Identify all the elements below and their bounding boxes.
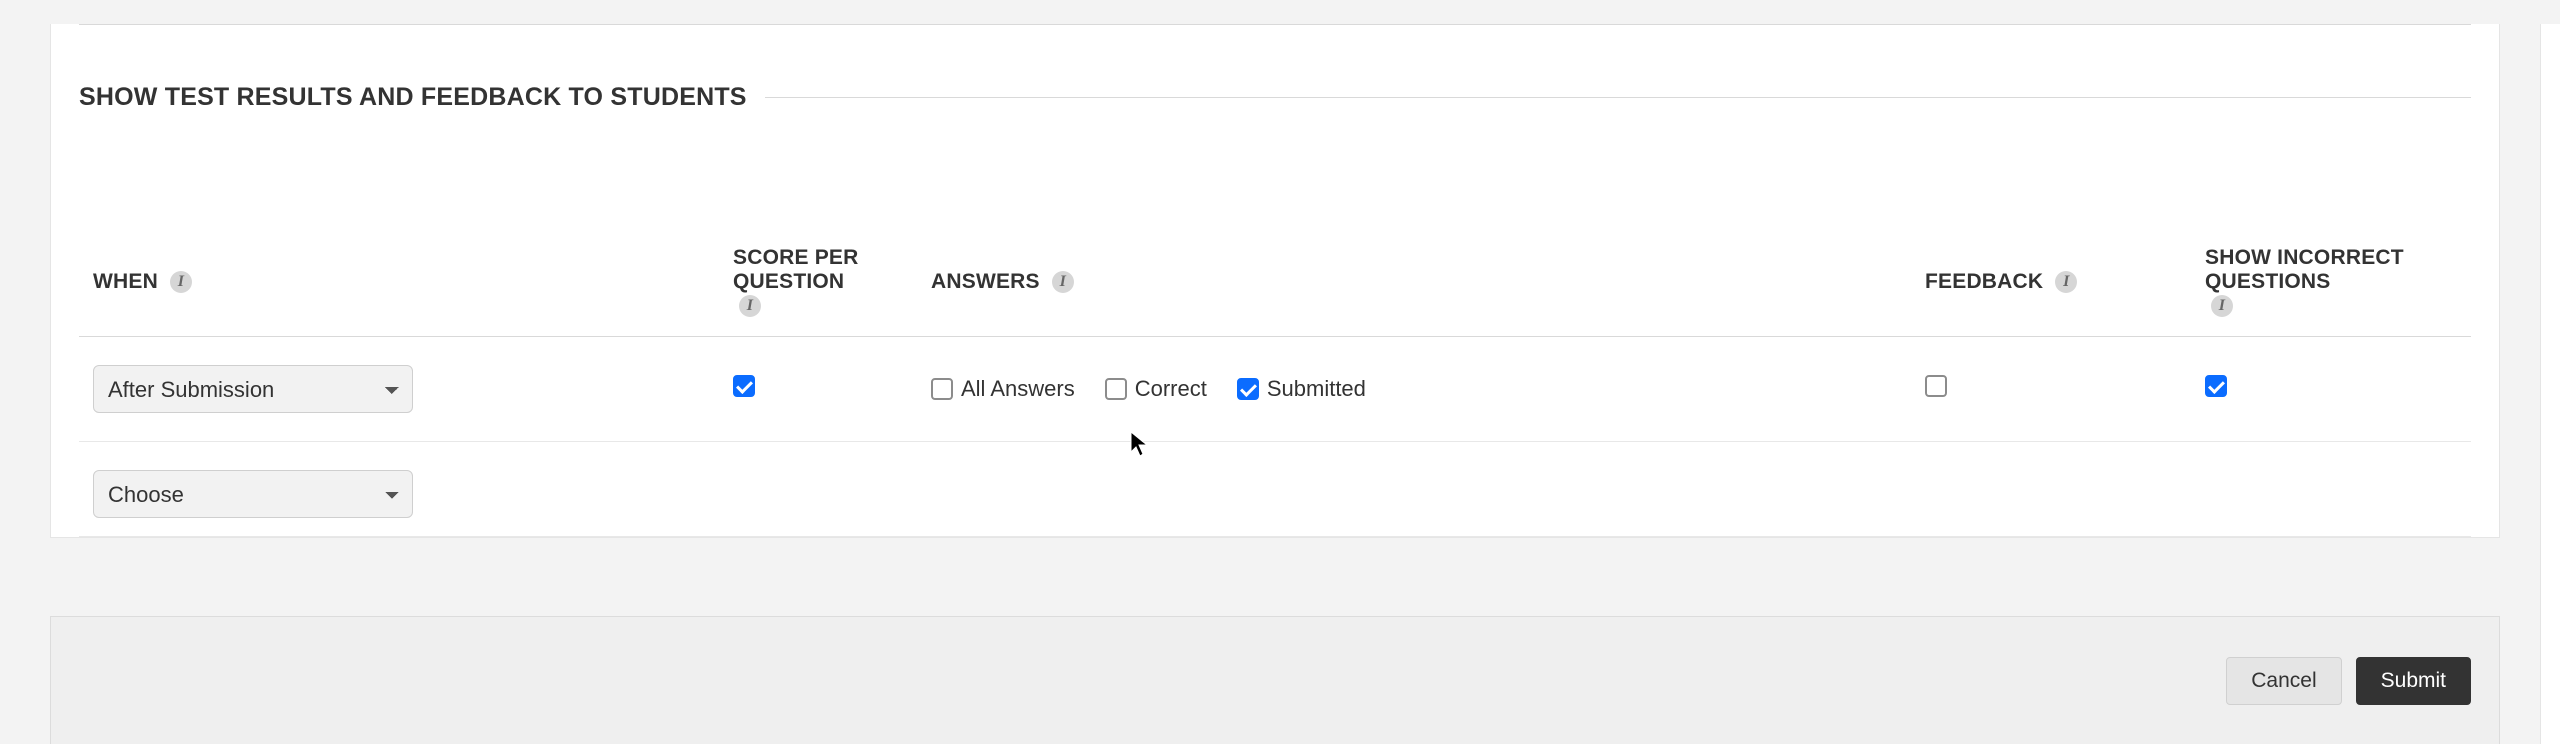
previous-section-divider bbox=[79, 24, 2471, 25]
header-feedback: FEEDBACK i bbox=[1911, 232, 2191, 337]
header-incorrect-label: SHOW INCORRECT QUESTIONS bbox=[2205, 246, 2457, 294]
header-incorrect: SHOW INCORRECT QUESTIONS i bbox=[2191, 232, 2471, 337]
panel-content: SHOW TEST RESULTS AND FEEDBACK TO STUDEN… bbox=[51, 24, 2499, 537]
info-icon[interactable]: i bbox=[2055, 271, 2077, 293]
submitted-checkbox[interactable] bbox=[1237, 378, 1259, 400]
submit-button[interactable]: Submit bbox=[2356, 657, 2471, 705]
header-answers-label: ANSWERS bbox=[931, 270, 1040, 293]
right-rail bbox=[2540, 24, 2560, 744]
table-row: After Submission All Answers bbox=[79, 337, 2471, 442]
correct-checkbox[interactable] bbox=[1105, 378, 1127, 400]
all-answers-label: All Answers bbox=[961, 376, 1075, 402]
show-incorrect-checkbox[interactable] bbox=[2205, 375, 2227, 397]
header-feedback-label: FEEDBACK bbox=[1925, 270, 2043, 293]
feedback-table-wrap: WHEN i SCORE PER QUESTION i ANSWERS i bbox=[79, 232, 2471, 537]
answers-group: All Answers Correct Submitted bbox=[931, 376, 1897, 402]
submitted-label: Submitted bbox=[1267, 376, 1366, 402]
info-icon[interactable]: i bbox=[739, 295, 761, 317]
correct-label: Correct bbox=[1135, 376, 1207, 402]
header-score-label: SCORE PER QUESTION bbox=[733, 246, 903, 294]
section-title: SHOW TEST RESULTS AND FEEDBACK TO STUDEN… bbox=[79, 83, 747, 112]
section-divider bbox=[765, 97, 2471, 98]
header-when-label: WHEN bbox=[93, 270, 158, 293]
header-answers: ANSWERS i bbox=[917, 232, 1911, 337]
header-when: WHEN i bbox=[79, 232, 719, 337]
feedback-checkbox[interactable] bbox=[1925, 375, 1947, 397]
when-select[interactable]: Choose bbox=[93, 470, 413, 518]
score-per-question-checkbox[interactable] bbox=[733, 375, 755, 397]
footer-bar: Cancel Submit bbox=[50, 616, 2500, 744]
settings-panel: SHOW TEST RESULTS AND FEEDBACK TO STUDEN… bbox=[50, 24, 2500, 538]
table-row: Choose bbox=[79, 442, 2471, 537]
feedback-table: WHEN i SCORE PER QUESTION i ANSWERS i bbox=[79, 232, 2471, 537]
submitted-item: Submitted bbox=[1237, 376, 1366, 402]
section-header: SHOW TEST RESULTS AND FEEDBACK TO STUDEN… bbox=[79, 83, 2471, 112]
cancel-button[interactable]: Cancel bbox=[2226, 657, 2341, 705]
when-select[interactable]: After Submission bbox=[93, 365, 413, 413]
info-icon[interactable]: i bbox=[1052, 271, 1074, 293]
header-score: SCORE PER QUESTION i bbox=[719, 232, 917, 337]
info-icon[interactable]: i bbox=[170, 271, 192, 293]
all-answers-item: All Answers bbox=[931, 376, 1075, 402]
correct-item: Correct bbox=[1105, 376, 1207, 402]
info-icon[interactable]: i bbox=[2211, 295, 2233, 317]
all-answers-checkbox[interactable] bbox=[931, 378, 953, 400]
